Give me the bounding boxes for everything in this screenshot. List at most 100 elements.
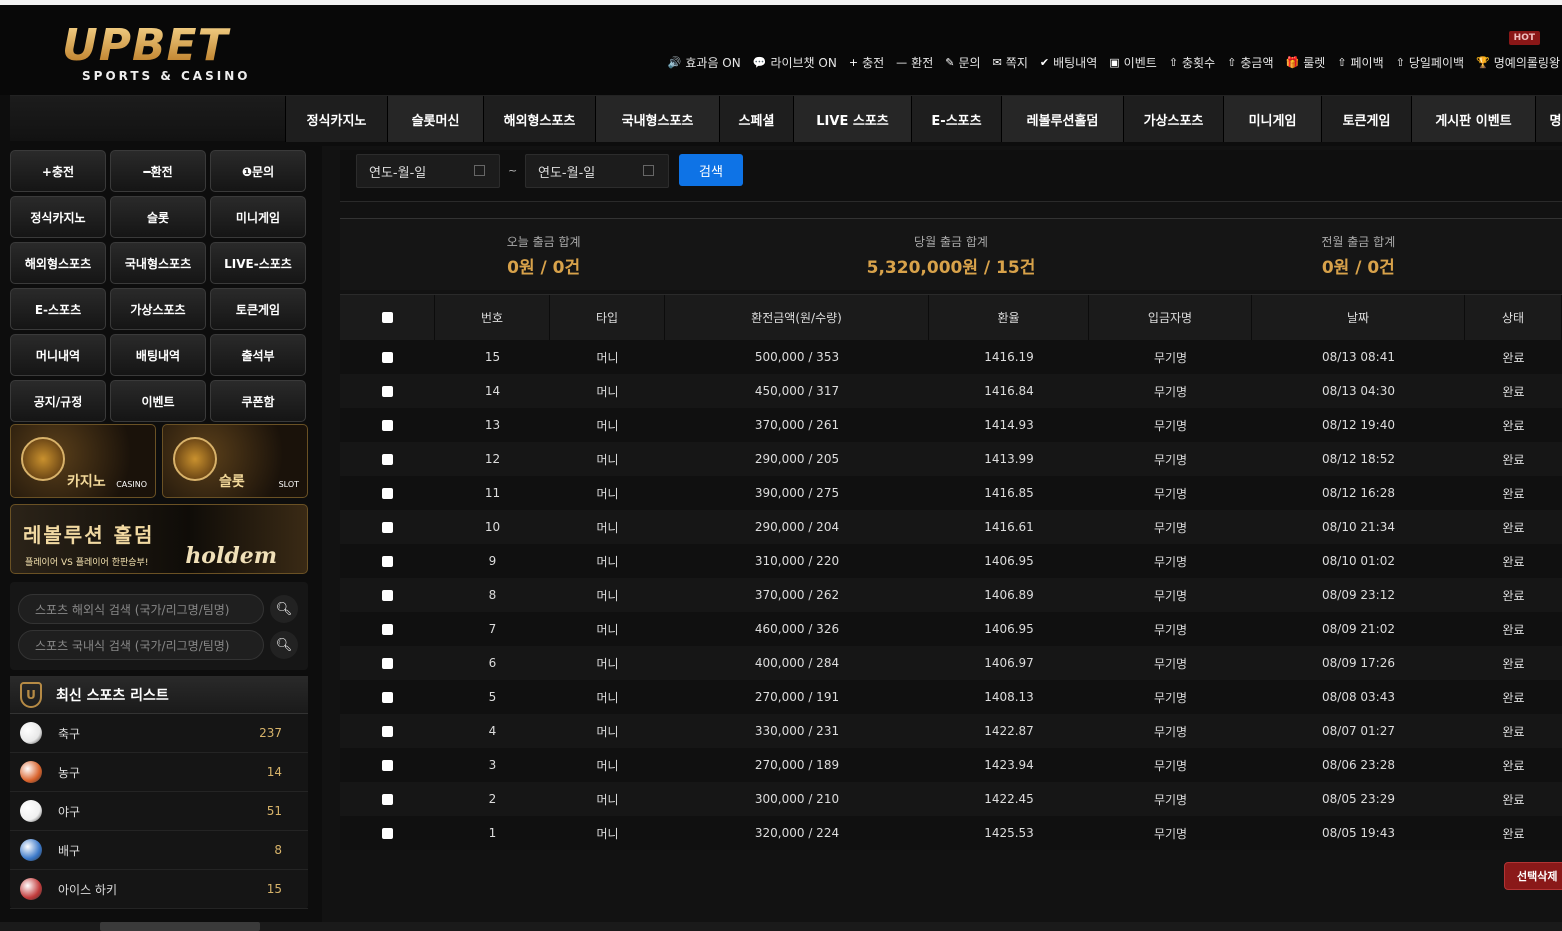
row-checkbox[interactable] (382, 385, 393, 397)
casino-banner[interactable]: 카지노 CASINO (10, 424, 156, 498)
sidebar-button[interactable]: 미니게임 (210, 196, 306, 238)
util-nav-item[interactable]: 🎁 룰렛 (1285, 54, 1325, 71)
select-all-checkbox[interactable] (381, 312, 393, 323)
date-from-input[interactable]: 연도-월-일 (356, 154, 500, 188)
util-nav-item[interactable]: ✉ 쪽지 (993, 54, 1028, 71)
util-nav-item[interactable]: + 충전 (849, 54, 884, 71)
main-nav-item[interactable]: LIVE 스포츠 (793, 96, 911, 142)
row-checkbox-cell[interactable] (340, 748, 435, 782)
calendar-icon[interactable] (643, 165, 654, 176)
main-nav-item[interactable]: 가상스포츠 (1123, 96, 1223, 142)
row-checkbox[interactable] (382, 555, 393, 567)
sidebar-button[interactable]: E-스포츠 (10, 288, 106, 330)
main-nav-item[interactable]: 레볼루션홀덤 (1001, 96, 1123, 142)
main-nav-item[interactable]: 슬롯머신 (387, 96, 483, 142)
util-nav-item[interactable]: — 환전 (896, 54, 933, 71)
sidebar-button[interactable]: 쿠폰함 (210, 380, 306, 422)
table-cell: 290,000 / 204 (754, 520, 840, 534)
util-nav-item[interactable]: ⇧ 충횟수 (1169, 54, 1215, 71)
row-checkbox[interactable] (382, 691, 393, 703)
logo[interactable]: UPBET SPORTS & CASINO (62, 23, 262, 89)
sports-list-item[interactable]: 농구 14 (10, 753, 308, 792)
row-checkbox-cell[interactable] (340, 714, 435, 748)
main-nav-item[interactable]: 스페셜 (719, 96, 793, 142)
row-checkbox[interactable] (382, 589, 393, 601)
main-nav-item[interactable]: 게시판 이벤트 (1411, 96, 1535, 142)
row-checkbox-cell[interactable] (340, 544, 435, 578)
sidebar-button[interactable]: 배팅내역 (110, 334, 206, 376)
sidebar-button[interactable]: 해외형스포츠 (10, 242, 106, 284)
util-nav-item[interactable]: ✎ 문의 (945, 54, 980, 71)
util-nav-item[interactable]: 🔊 효과음 ON (668, 54, 741, 71)
domestic-search-input[interactable]: 스포츠 국내식 검색 (국가/리그명/팀명) (18, 630, 264, 660)
row-checkbox-cell[interactable] (340, 612, 435, 646)
sidebar-button[interactable]: 정식카지노 (10, 196, 106, 238)
sidebar-button[interactable]: 국내형스포츠 (110, 242, 206, 284)
sport-name: 축구 (58, 726, 81, 741)
search-icon[interactable]: 🔍︎ (270, 595, 298, 623)
sidebar-button[interactable]: 공지/규정 (10, 380, 106, 422)
sports-list-item[interactable]: 아이스 하키 15 (10, 870, 308, 909)
sidebar-button[interactable]: ━환전 (110, 150, 206, 192)
row-checkbox[interactable] (382, 793, 393, 805)
scrollbar-thumb[interactable] (100, 922, 260, 931)
main-nav-item[interactable]: 미니게임 (1223, 96, 1321, 142)
horizontal-scrollbar[interactable] (0, 922, 1562, 931)
row-checkbox[interactable] (382, 827, 393, 839)
row-checkbox-cell[interactable] (340, 782, 435, 816)
row-checkbox-cell[interactable] (340, 646, 435, 680)
util-nav-item[interactable]: 🏆 명예의롤링왕 (1476, 54, 1560, 71)
sidebar-button[interactable]: 슬롯 (110, 196, 206, 238)
sidebar-button[interactable]: ❶문의 (210, 150, 306, 192)
sidebar-button[interactable]: +충전 (10, 150, 106, 192)
row-checkbox[interactable] (382, 453, 393, 465)
util-nav-item[interactable]: ⇧ 당일페이백 (1396, 54, 1464, 71)
overseas-search-input[interactable]: 스포츠 해외식 검색 (국가/리그명/팀명) (18, 594, 264, 624)
calendar-icon[interactable] (474, 165, 485, 176)
row-checkbox-cell[interactable] (340, 578, 435, 612)
row-checkbox[interactable] (382, 759, 393, 771)
util-nav-item[interactable]: ⇧ 페이백 (1337, 54, 1383, 71)
row-checkbox[interactable] (382, 725, 393, 737)
main-nav-item[interactable]: 정식카지노 (285, 96, 387, 142)
slot-banner[interactable]: 슬롯 SLOT (162, 424, 308, 498)
row-checkbox[interactable] (382, 419, 393, 431)
row-checkbox-cell[interactable] (340, 374, 435, 408)
sports-list-item[interactable]: 야구 51 (10, 792, 308, 831)
search-button[interactable]: 검색 (679, 154, 743, 186)
sidebar-button[interactable]: LIVE-스포츠 (210, 242, 306, 284)
row-checkbox-cell[interactable] (340, 408, 435, 442)
row-checkbox[interactable] (382, 657, 393, 669)
search-icon[interactable]: 🔍︎ (270, 631, 298, 659)
row-checkbox[interactable] (382, 487, 393, 499)
row-checkbox-cell[interactable] (340, 476, 435, 510)
main-nav-item[interactable]: 국내형스포츠 (595, 96, 719, 142)
row-checkbox-cell[interactable] (340, 510, 435, 544)
row-checkbox[interactable] (382, 521, 393, 533)
sidebar-button[interactable]: 이벤트 (110, 380, 206, 422)
row-checkbox[interactable] (382, 623, 393, 635)
sidebar-button[interactable]: 토큰게임 (210, 288, 306, 330)
row-checkbox[interactable] (382, 351, 393, 363)
util-nav-item[interactable]: 💬 라이브챗 ON (753, 54, 837, 71)
delete-selected-button[interactable]: 선택삭제 (1504, 862, 1562, 890)
main-nav-item[interactable]: 해외형스포츠 (483, 96, 595, 142)
sports-list-item[interactable]: 배구 8 (10, 831, 308, 870)
util-nav-item[interactable]: ▣ 이벤트 (1109, 54, 1157, 71)
sidebar-button[interactable]: 가상스포츠 (110, 288, 206, 330)
row-checkbox-cell[interactable] (340, 340, 435, 374)
row-checkbox-cell[interactable] (340, 680, 435, 714)
sidebar-button[interactable]: 머니내역 (10, 334, 106, 376)
main-nav-item[interactable]: 토큰게임 (1321, 96, 1411, 142)
row-checkbox-cell[interactable] (340, 442, 435, 476)
sports-list-item[interactable]: 축구 237 (10, 714, 308, 753)
util-nav-item[interactable]: ⇧ 충금액 (1227, 54, 1273, 71)
date-to-input[interactable]: 연도-월-일 (525, 154, 669, 188)
row-checkbox-cell[interactable] (340, 816, 435, 850)
main-nav-item[interactable]: 명 (1535, 96, 1562, 142)
util-nav-item[interactable]: ✔ 배팅내역 (1040, 54, 1097, 71)
sidebar-button[interactable]: 출석부 (210, 334, 306, 376)
main-nav-item[interactable]: E-스포츠 (911, 96, 1001, 142)
holdem-banner[interactable]: 레볼루션 홀덤 플레이어 VS 플레이어 한판승부! holdem (10, 504, 308, 574)
select-all-checkbox-cell[interactable] (340, 295, 435, 340)
